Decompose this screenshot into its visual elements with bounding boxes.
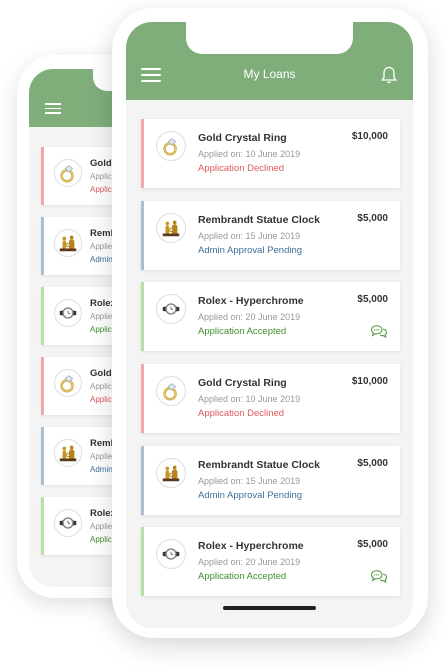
ring-icon [54,369,82,397]
loan-item-name: Gold Crystal Ring [198,132,287,144]
loan-amount: $5,000 [357,539,388,550]
loan-card[interactable]: Gold Crystal Ring $10,000 Applied on: 10… [141,364,400,433]
loan-amount: $5,000 [357,213,388,224]
back-loan-status: Admin [90,465,113,474]
loan-applied-date: Applied on: 15 June 2019 [198,231,301,241]
ring-icon [156,376,186,406]
loan-card[interactable]: Rolex - Hyperchrome $5,000 Applied on: 2… [141,527,400,596]
loan-item-name: Rolex - Hyperchrome [198,540,304,552]
back-loan-status: Admin [90,255,113,264]
back-loan-date: Applie [90,452,113,461]
back-loan-date: Applie [90,312,113,321]
loan-status: Admin Approval Pending [198,245,303,256]
front-phone-screen: My Loans Gold Crystal Ring $10,000 Appli… [126,22,413,628]
loan-amount: $10,000 [351,131,388,142]
loan-card[interactable]: Gold Crystal Ring $10,000 Applied on: 10… [141,119,400,188]
chat-icon[interactable] [370,568,388,584]
back-hamburger-menu-icon[interactable] [45,103,61,114]
loan-amount: $5,000 [357,294,388,305]
loan-card[interactable]: Rembrandt Statue Clock $5,000 Applied on… [141,446,400,515]
watch-icon [54,509,82,537]
loan-card[interactable]: Rolex - Hyperchrome $5,000 Applied on: 2… [141,282,400,351]
watch-icon [54,299,82,327]
loan-amount: $10,000 [351,376,388,387]
loan-status: Application Declined [198,163,285,174]
front-phone-mockup: My Loans Gold Crystal Ring $10,000 Appli… [112,8,428,638]
loan-item-name: Gold Crystal Ring [198,377,287,389]
loan-status: Application Accepted [198,571,287,582]
watch-icon [156,294,186,324]
back-loan-name: Gold [90,158,112,169]
loan-applied-date: Applied on: 20 June 2019 [198,557,301,567]
back-loan-date: Applic [90,382,112,391]
loan-status: Admin Approval Pending [198,490,303,501]
loan-applied-date: Applied on: 15 June 2019 [198,476,301,486]
clock-statue-icon [54,229,82,257]
clock-statue-icon [156,458,186,488]
phone-notch [186,22,353,54]
back-loan-date: Applie [90,522,113,531]
loan-card[interactable]: Rembrandt Statue Clock $5,000 Applied on… [141,201,400,270]
watch-icon [156,539,186,569]
bell-icon[interactable] [379,64,399,86]
ring-icon [54,159,82,187]
chat-icon[interactable] [370,323,388,339]
loan-applied-date: Applied on: 20 June 2019 [198,312,301,322]
home-indicator [223,606,316,610]
back-loan-date: Applic [90,172,112,181]
clock-statue-icon [156,213,186,243]
back-loan-status: Applic [90,535,112,544]
loan-item-name: Rembrandt Statue Clock [198,459,320,471]
loan-item-name: Rembrandt Statue Clock [198,214,320,226]
page-title: My Loans [243,67,296,81]
back-loan-name: Gold [90,368,112,379]
loan-status: Application Declined [198,408,285,419]
ring-icon [156,131,186,161]
back-loan-status: Applic [90,185,112,194]
back-loan-status: Applic [90,325,112,334]
clock-statue-icon [54,439,82,467]
loan-applied-date: Applied on: 10 June 2019 [198,149,301,159]
back-loan-status: Applic [90,395,112,404]
back-loan-date: Applie [90,242,113,251]
loan-item-name: Rolex - Hyperchrome [198,295,304,307]
loan-status: Application Accepted [198,326,287,337]
loan-applied-date: Applied on: 10 June 2019 [198,394,301,404]
loan-amount: $5,000 [357,458,388,469]
